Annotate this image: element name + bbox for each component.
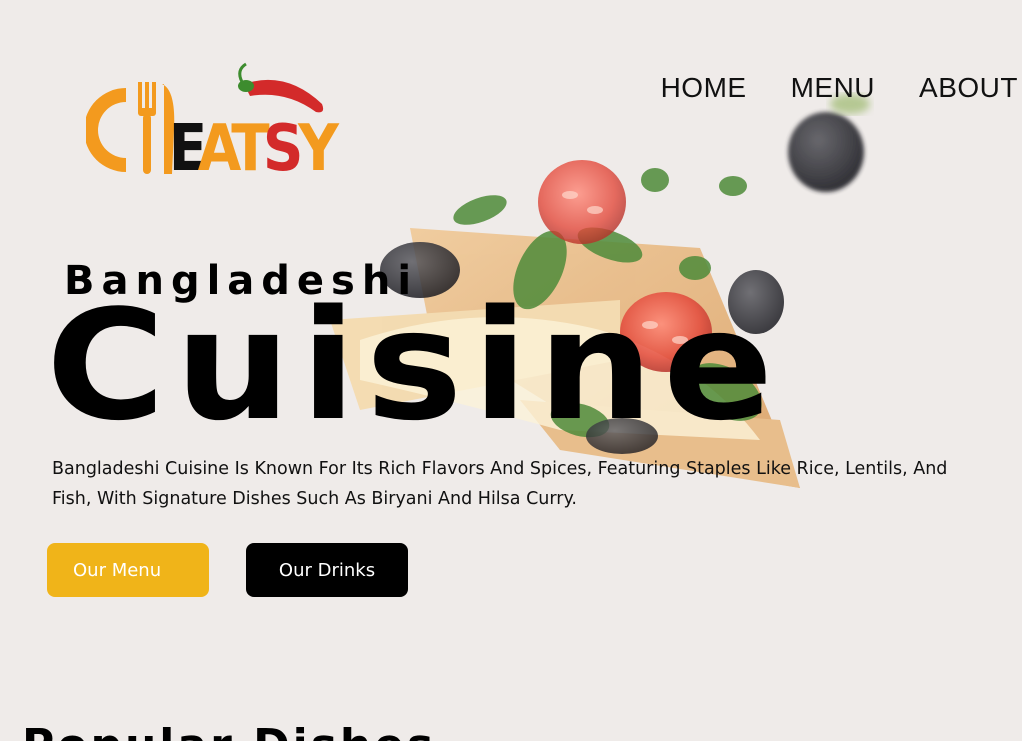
site-logo[interactable]: E A T S Y	[84, 60, 376, 186]
hero-description: Bangladeshi Cuisine Is Known For Its Ric…	[52, 459, 948, 509]
chili-pepper-icon	[238, 62, 324, 113]
nav-home-link[interactable]: HOME	[661, 72, 747, 104]
eatsy-logo-icon: E A T S Y	[84, 62, 340, 186]
nav-about-link[interactable]: ABOUT	[919, 72, 1018, 104]
svg-text:Y: Y	[297, 112, 340, 178]
nav-menu-link[interactable]: MENU	[791, 72, 875, 104]
our-menu-button[interactable]: Our Menu	[47, 543, 209, 597]
main-nav: HOME MENU ABOUT	[661, 72, 1018, 104]
hero-title: Cuisine	[46, 277, 783, 454]
our-drinks-button[interactable]: Our Drinks	[246, 543, 408, 597]
section-title: Popular Dishes	[22, 724, 436, 741]
